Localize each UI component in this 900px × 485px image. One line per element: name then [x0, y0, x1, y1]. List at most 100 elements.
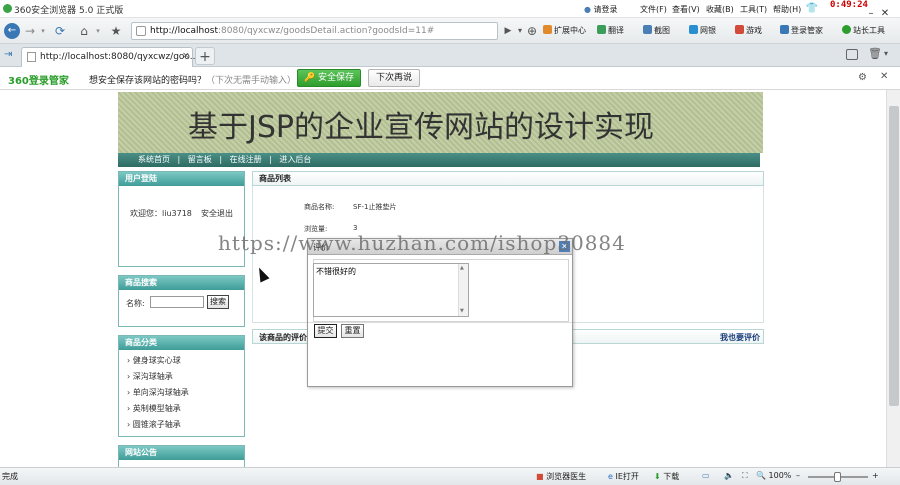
later-button[interactable]: 下次再说	[368, 69, 420, 87]
category-item[interactable]: › 深沟球轴承	[127, 371, 173, 382]
sidebar-toggle-icon[interactable]: ⇥	[4, 49, 12, 60]
category-item[interactable]: › 健身球实心球	[127, 355, 181, 366]
trash-icon[interactable]: 🗑	[868, 47, 882, 60]
search-button[interactable]: 搜索	[207, 295, 229, 309]
shirt-icon[interactable]: 👕	[805, 2, 819, 15]
site-nav-items: 系统首页 | 留言板 | 在线注册 | 进入后台	[138, 153, 311, 167]
tab-bar: ⇥ http://localhost:8080/qyxcwz/goo... × …	[0, 44, 900, 67]
textarea-scrollbar[interactable]: ▲ ▼	[458, 264, 468, 316]
new-tab-button[interactable]: +	[195, 47, 215, 65]
notice-panel: 网站公告	[118, 445, 245, 469]
status-text: 完成	[2, 472, 18, 481]
site-banner: 基于JSP的企业宣传网站的设计实现	[118, 92, 763, 153]
category-panel: 商品分类 › 健身球实心球 › 深沟球轴承 › 单向深沟球轴承 › 英制模型轴承…	[118, 335, 245, 437]
panel-title: 商品搜索	[119, 276, 244, 290]
search-label: 名称:	[126, 299, 145, 308]
logout-link[interactable]: 安全退出	[201, 208, 233, 219]
nav-register[interactable]: 在线注册	[230, 155, 262, 164]
login-manager-brand: 360登录管家	[8, 76, 69, 87]
panel-title: 商品分类	[119, 336, 244, 350]
zoom-slider-handle[interactable]	[834, 472, 841, 482]
forward-dropdown-icon[interactable]: ▾	[35, 23, 51, 39]
page-icon	[136, 26, 146, 36]
menu-view[interactable]: 查看(V)	[672, 4, 700, 15]
welcome-text: 欢迎您：liu3718	[130, 209, 192, 218]
trash-dropdown-icon[interactable]: ▾	[884, 49, 888, 58]
menu-favorites[interactable]: 收藏(B)	[706, 4, 734, 15]
address-bar[interactable]: http://localhost:8080/qyxcwz/goodsDetail…	[131, 22, 498, 40]
nav-home[interactable]: 系统首页	[138, 155, 170, 164]
user-icon: ●	[584, 5, 594, 14]
zoom-out-icon[interactable]: –	[796, 471, 800, 480]
zoom-level[interactable]: 🔍 100%	[756, 471, 791, 480]
product-name-value: SF-1止推垫片	[353, 203, 397, 211]
search-input[interactable]	[150, 296, 204, 308]
navigation-toolbar: ← → ▾ ⟳ ⌂ ▾ ★ http://localhost:8080/qyxc…	[0, 18, 900, 44]
toolbar-translate[interactable]: 翻译	[597, 25, 624, 36]
scroll-down-icon[interactable]: ▼	[460, 308, 464, 314]
volume-icon[interactable]: 🔈	[724, 471, 734, 480]
gear-icon[interactable]: ⚙	[858, 72, 867, 83]
nav-sep: |	[269, 155, 272, 164]
screenshot-icon	[643, 25, 652, 34]
panel-title: 网站公告	[119, 446, 244, 460]
window-titlebar: 360安全浏览器 5.0 正式版 ● 请登录 文件(F) 查看(V) 收藏(B)…	[0, 0, 900, 19]
shield-icon[interactable]: ⊕	[524, 23, 540, 39]
tab-title: http://localhost:8080/qyxcwz/goo...	[40, 52, 199, 62]
menu-tools[interactable]: 工具(T)	[740, 4, 767, 15]
safe-save-button[interactable]: 🔑 安全保存	[297, 69, 361, 87]
webmaster-icon	[842, 25, 851, 34]
star-icon[interactable]: ★	[108, 23, 124, 39]
tab-current[interactable]: http://localhost:8080/qyxcwz/goo... ×	[21, 47, 198, 67]
screen-icon[interactable]: ▭	[702, 471, 710, 480]
review-textarea[interactable]: 不错很好的	[313, 263, 469, 317]
menu-file[interactable]: 文件(F)	[640, 4, 667, 15]
toolbar-ebank[interactable]: 网银	[689, 25, 716, 36]
status-download[interactable]: ⬇ 下载	[654, 471, 679, 482]
reset-button[interactable]: 重置	[341, 324, 364, 338]
product-list-header: 商品列表	[252, 171, 764, 186]
category-item[interactable]: › 英制模型轴承	[127, 403, 181, 414]
toolbar-webmaster[interactable]: 站长工具	[842, 25, 885, 36]
toolbar-login-manager[interactable]: 登录管家	[780, 25, 823, 36]
product-search-panel: 商品搜索 名称: 搜索	[118, 275, 245, 327]
status-doctor[interactable]: ■ 浏览器医生	[536, 471, 586, 482]
toolbar-screenshot[interactable]: 截图	[643, 25, 670, 36]
status-ie-open[interactable]: e IE打开	[608, 471, 639, 482]
login-link[interactable]: ● 请登录	[584, 4, 618, 15]
close-bar-icon[interactable]: ✕	[880, 71, 888, 82]
refresh-icon[interactable]: ⟳	[52, 23, 68, 39]
nav-sep: |	[177, 155, 181, 164]
status-bar: 完成 ■ 浏览器医生 e IE打开 ⬇ 下载 ▭ 🔈 ⛶ 🔍 100% – +	[0, 467, 900, 485]
menu-help[interactable]: 帮助(H)	[773, 4, 801, 15]
download-icon: ⬇	[654, 472, 664, 481]
scroll-up-icon[interactable]: ▲	[460, 265, 464, 271]
scrollbar-thumb[interactable]	[889, 106, 899, 406]
nav-admin[interactable]: 进入后台	[279, 155, 311, 164]
key-icon	[780, 25, 789, 34]
restore-tabs-icon[interactable]	[846, 49, 858, 60]
submit-button[interactable]: 提交	[314, 324, 337, 338]
write-review-link[interactable]: 我也要评价	[720, 332, 760, 343]
site-title: 基于JSP的企业宣传网站的设计实现	[188, 110, 654, 145]
zoom-in-icon[interactable]: +	[872, 471, 879, 480]
browser-logo-icon	[3, 4, 12, 13]
toolbar-extensions[interactable]: 扩展中心	[543, 25, 586, 36]
nav-guestbook[interactable]: 留言板	[188, 155, 212, 164]
nav-sep: |	[219, 155, 223, 164]
tab-close-icon[interactable]: ×	[182, 51, 190, 61]
games-icon	[735, 25, 744, 34]
home-dropdown-icon[interactable]: ▾	[90, 23, 106, 39]
back-icon[interactable]: ←	[4, 23, 20, 39]
page-scrollbar[interactable]	[886, 90, 900, 467]
product-name-label: 商品名称:	[304, 203, 335, 211]
fullscreen-icon[interactable]: ⛶	[742, 471, 748, 481]
ebank-icon	[689, 25, 698, 34]
toolbar-games[interactable]: 游戏	[735, 25, 762, 36]
extensions-icon	[543, 25, 552, 34]
panel-title: 用户登陆	[119, 172, 244, 186]
site-nav: 系统首页 | 留言板 | 在线注册 | 进入后台	[118, 153, 760, 167]
zoom-icon: 🔍	[756, 471, 766, 480]
category-item[interactable]: › 单向深沟球轴承	[127, 387, 189, 398]
category-item[interactable]: › 圆锥滚子轴承	[127, 419, 181, 430]
